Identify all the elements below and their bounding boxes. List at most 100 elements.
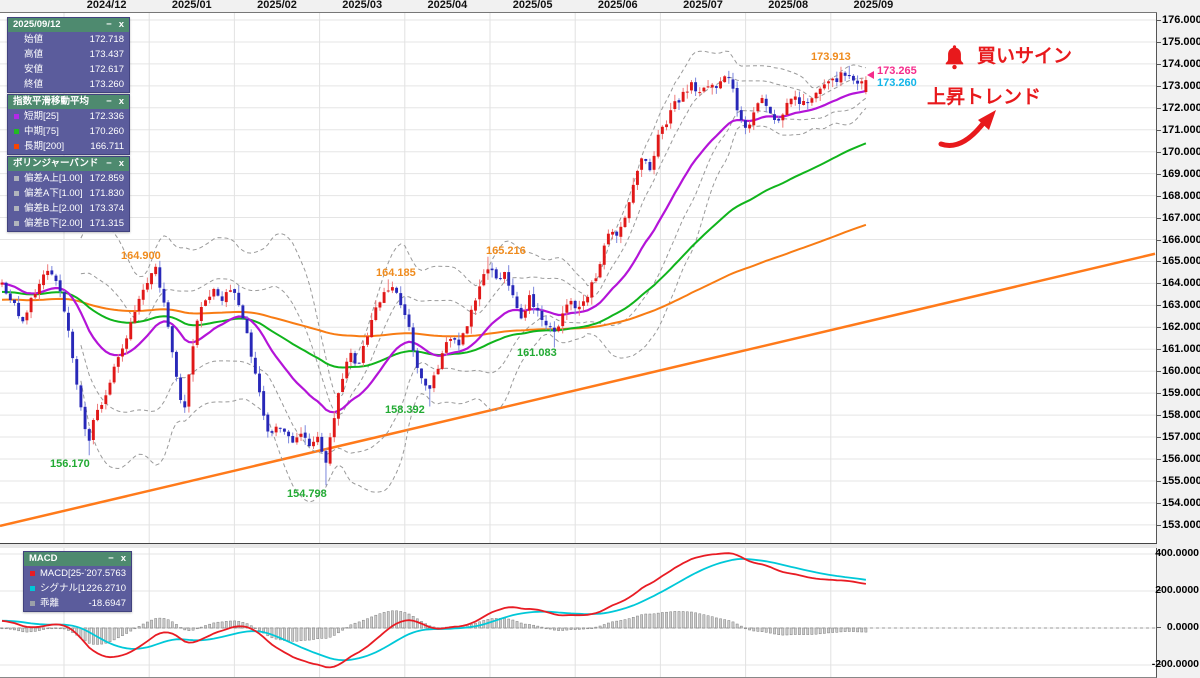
row-label: 長期[200] xyxy=(24,141,65,152)
row-value: 173.437 xyxy=(89,49,124,60)
time-axis: 2024/12 2025/01 2025/02 2025/03 2025/04 2025/… xyxy=(0,0,1157,13)
ema-long-line[interactable] xyxy=(1,223,867,338)
row-label: 短期[25] xyxy=(24,111,59,122)
pane-separator[interactable] xyxy=(0,543,1157,548)
macd-chart-canvas[interactable] xyxy=(0,548,1156,677)
price-axis-label: 158.000 xyxy=(1162,409,1200,422)
month-label: 2025/08 xyxy=(768,0,809,11)
series-bullet-icon xyxy=(30,571,35,576)
price-axis-label: 171.000 xyxy=(1162,123,1200,136)
bollinger-panel[interactable]: ボリンジャーバンド − x 偏差A上[1.00] 172.859 偏差A下[1.00] 17… xyxy=(7,156,130,232)
chart-price-label: 158.392 xyxy=(385,404,425,416)
price-axis-tick xyxy=(1157,63,1161,65)
close-button[interactable]: x xyxy=(119,157,124,171)
row-label: MACD[25-75] xyxy=(40,568,86,579)
minimize-button[interactable]: − xyxy=(108,552,114,566)
price-axis-tick xyxy=(1157,393,1161,395)
row-label: 中期[75] xyxy=(24,126,59,137)
minimize-button[interactable]: − xyxy=(106,18,112,32)
uptrend-arrow-icon xyxy=(938,110,996,148)
panel-row: 乖離 -18.6947 xyxy=(24,596,131,611)
panel-row: 長期[200] 166.711 xyxy=(8,139,129,154)
month-label: 2025/01 xyxy=(171,0,212,11)
panel-body: 始値 172.718 高値 173.437 安値 172.617 終値 173.260 xyxy=(8,32,129,92)
month-label: 2025/02 xyxy=(257,0,297,11)
series-bullet-icon xyxy=(14,144,19,149)
row-label: 偏差A上[1.00] xyxy=(24,173,83,184)
price-axis-label: 153.000 xyxy=(1162,518,1200,531)
row-value: -18.6947 xyxy=(88,598,126,609)
macd-chart-pane[interactable] xyxy=(0,547,1157,678)
close-button[interactable]: x xyxy=(121,552,126,566)
chart-price-label: 164.185 xyxy=(376,267,416,279)
close-button[interactable]: x xyxy=(119,18,124,32)
row-value: 171.830 xyxy=(89,188,124,199)
panel-controls: − x xyxy=(106,157,124,171)
month-label: 2025/03 xyxy=(342,0,383,11)
price-axis-label: 157.000 xyxy=(1162,431,1200,444)
price-axis-label: 167.000 xyxy=(1162,211,1200,224)
price-axis-tick xyxy=(1157,371,1161,373)
row-label: 偏差B下[2.00] xyxy=(24,218,83,229)
price-axis-label: 160.000 xyxy=(1162,365,1200,378)
minimize-button[interactable]: − xyxy=(106,157,112,171)
trend-line[interactable] xyxy=(0,252,1156,528)
row-value: 173.260 xyxy=(89,79,124,90)
chart-price-label: 173.913 xyxy=(811,51,851,63)
macd-gridlines-layer xyxy=(0,548,1156,677)
panel-row: 中期[75] 170.260 xyxy=(8,124,129,139)
row-label: シグナル[15] xyxy=(40,583,86,594)
row-label: 偏差B上[2.00] xyxy=(24,203,83,214)
chart-price-label: 165.216 xyxy=(486,245,526,257)
month-label: 2025/04 xyxy=(427,0,468,11)
row-label: 乖離 xyxy=(40,598,60,609)
panel-row: 終値 173.260 xyxy=(8,77,129,92)
row-label: 偏差A下[1.00] xyxy=(24,188,83,199)
row-value: 173.374 xyxy=(89,203,124,214)
price-axis-label: 161.000 xyxy=(1162,343,1200,356)
panel-header[interactable]: MACD − x xyxy=(24,552,131,566)
panel-row: 偏差A下[1.00] 171.830 xyxy=(8,186,129,201)
buy-signal-label: 買いサイン xyxy=(977,46,1073,67)
panel-controls: − x xyxy=(106,95,124,109)
chart-price-label: 161.083 xyxy=(517,347,557,359)
price-axis-tick xyxy=(1157,502,1161,504)
price-axis-label: 172.000 xyxy=(1162,101,1200,114)
panel-header[interactable]: 指数平滑移動平均 − x xyxy=(8,95,129,109)
series-bullet-icon xyxy=(30,601,35,606)
price-axis-tick xyxy=(1157,415,1161,417)
price-axis-label: 164.000 xyxy=(1162,277,1200,290)
series-bullet-icon xyxy=(14,129,19,134)
current-price-arrow-icon xyxy=(867,71,874,79)
series-bullet-icon xyxy=(14,114,19,119)
price-axis-label: 155.000 xyxy=(1162,474,1200,487)
panel-row: 偏差A上[1.00] 172.859 xyxy=(8,171,129,186)
series-bullet-icon xyxy=(30,586,35,591)
ema-panel[interactable]: 指数平滑移動平均 − x 短期[25] 172.336 中期[75] 170.260 長期[2… xyxy=(7,94,130,155)
macd-panel[interactable]: MACD−xMACD[25-75]207.5763シグナル[15]226.271… xyxy=(23,551,132,612)
price-axis-tick xyxy=(1157,327,1161,329)
panel-header[interactable]: 2025/09/12 − x xyxy=(8,18,129,32)
row-value: 172.859 xyxy=(89,173,124,184)
minimize-button[interactable]: − xyxy=(106,95,112,109)
price-axis-tick xyxy=(1157,261,1161,263)
close-button[interactable]: x xyxy=(119,95,124,109)
price-axis-tick xyxy=(1157,349,1161,351)
panel-row: 安値 172.617 xyxy=(8,62,129,77)
row-value: 171.315 xyxy=(89,218,124,229)
panel-row: 偏差B下[2.00] 171.315 xyxy=(8,216,129,231)
price-axis-tick xyxy=(1157,437,1161,439)
macd-axis-label: -200.0000 xyxy=(1151,658,1199,670)
panel-header[interactable]: ボリンジャーバンド − x xyxy=(8,157,129,171)
panel-body: 短期[25] 172.336 中期[75] 170.260 長期[200] 166.711 xyxy=(8,109,129,154)
price-axis-tick xyxy=(1157,283,1161,285)
bollinger-bands-layer xyxy=(80,50,867,503)
price-axis-tick xyxy=(1157,173,1161,175)
price-axis-tick xyxy=(1157,459,1161,460)
price-axis-label: 173.000 xyxy=(1162,79,1200,92)
quote-panel[interactable]: 2025/09/12 − x 始値 172.718 高値 173.437 安値 172.617 終… xyxy=(7,17,130,93)
price-axis-tick xyxy=(1157,480,1161,482)
chart-price-label: 164.900 xyxy=(121,250,161,262)
panel-title: 2025/09/12 xyxy=(13,19,61,30)
price-axis-tick xyxy=(1157,20,1161,21)
